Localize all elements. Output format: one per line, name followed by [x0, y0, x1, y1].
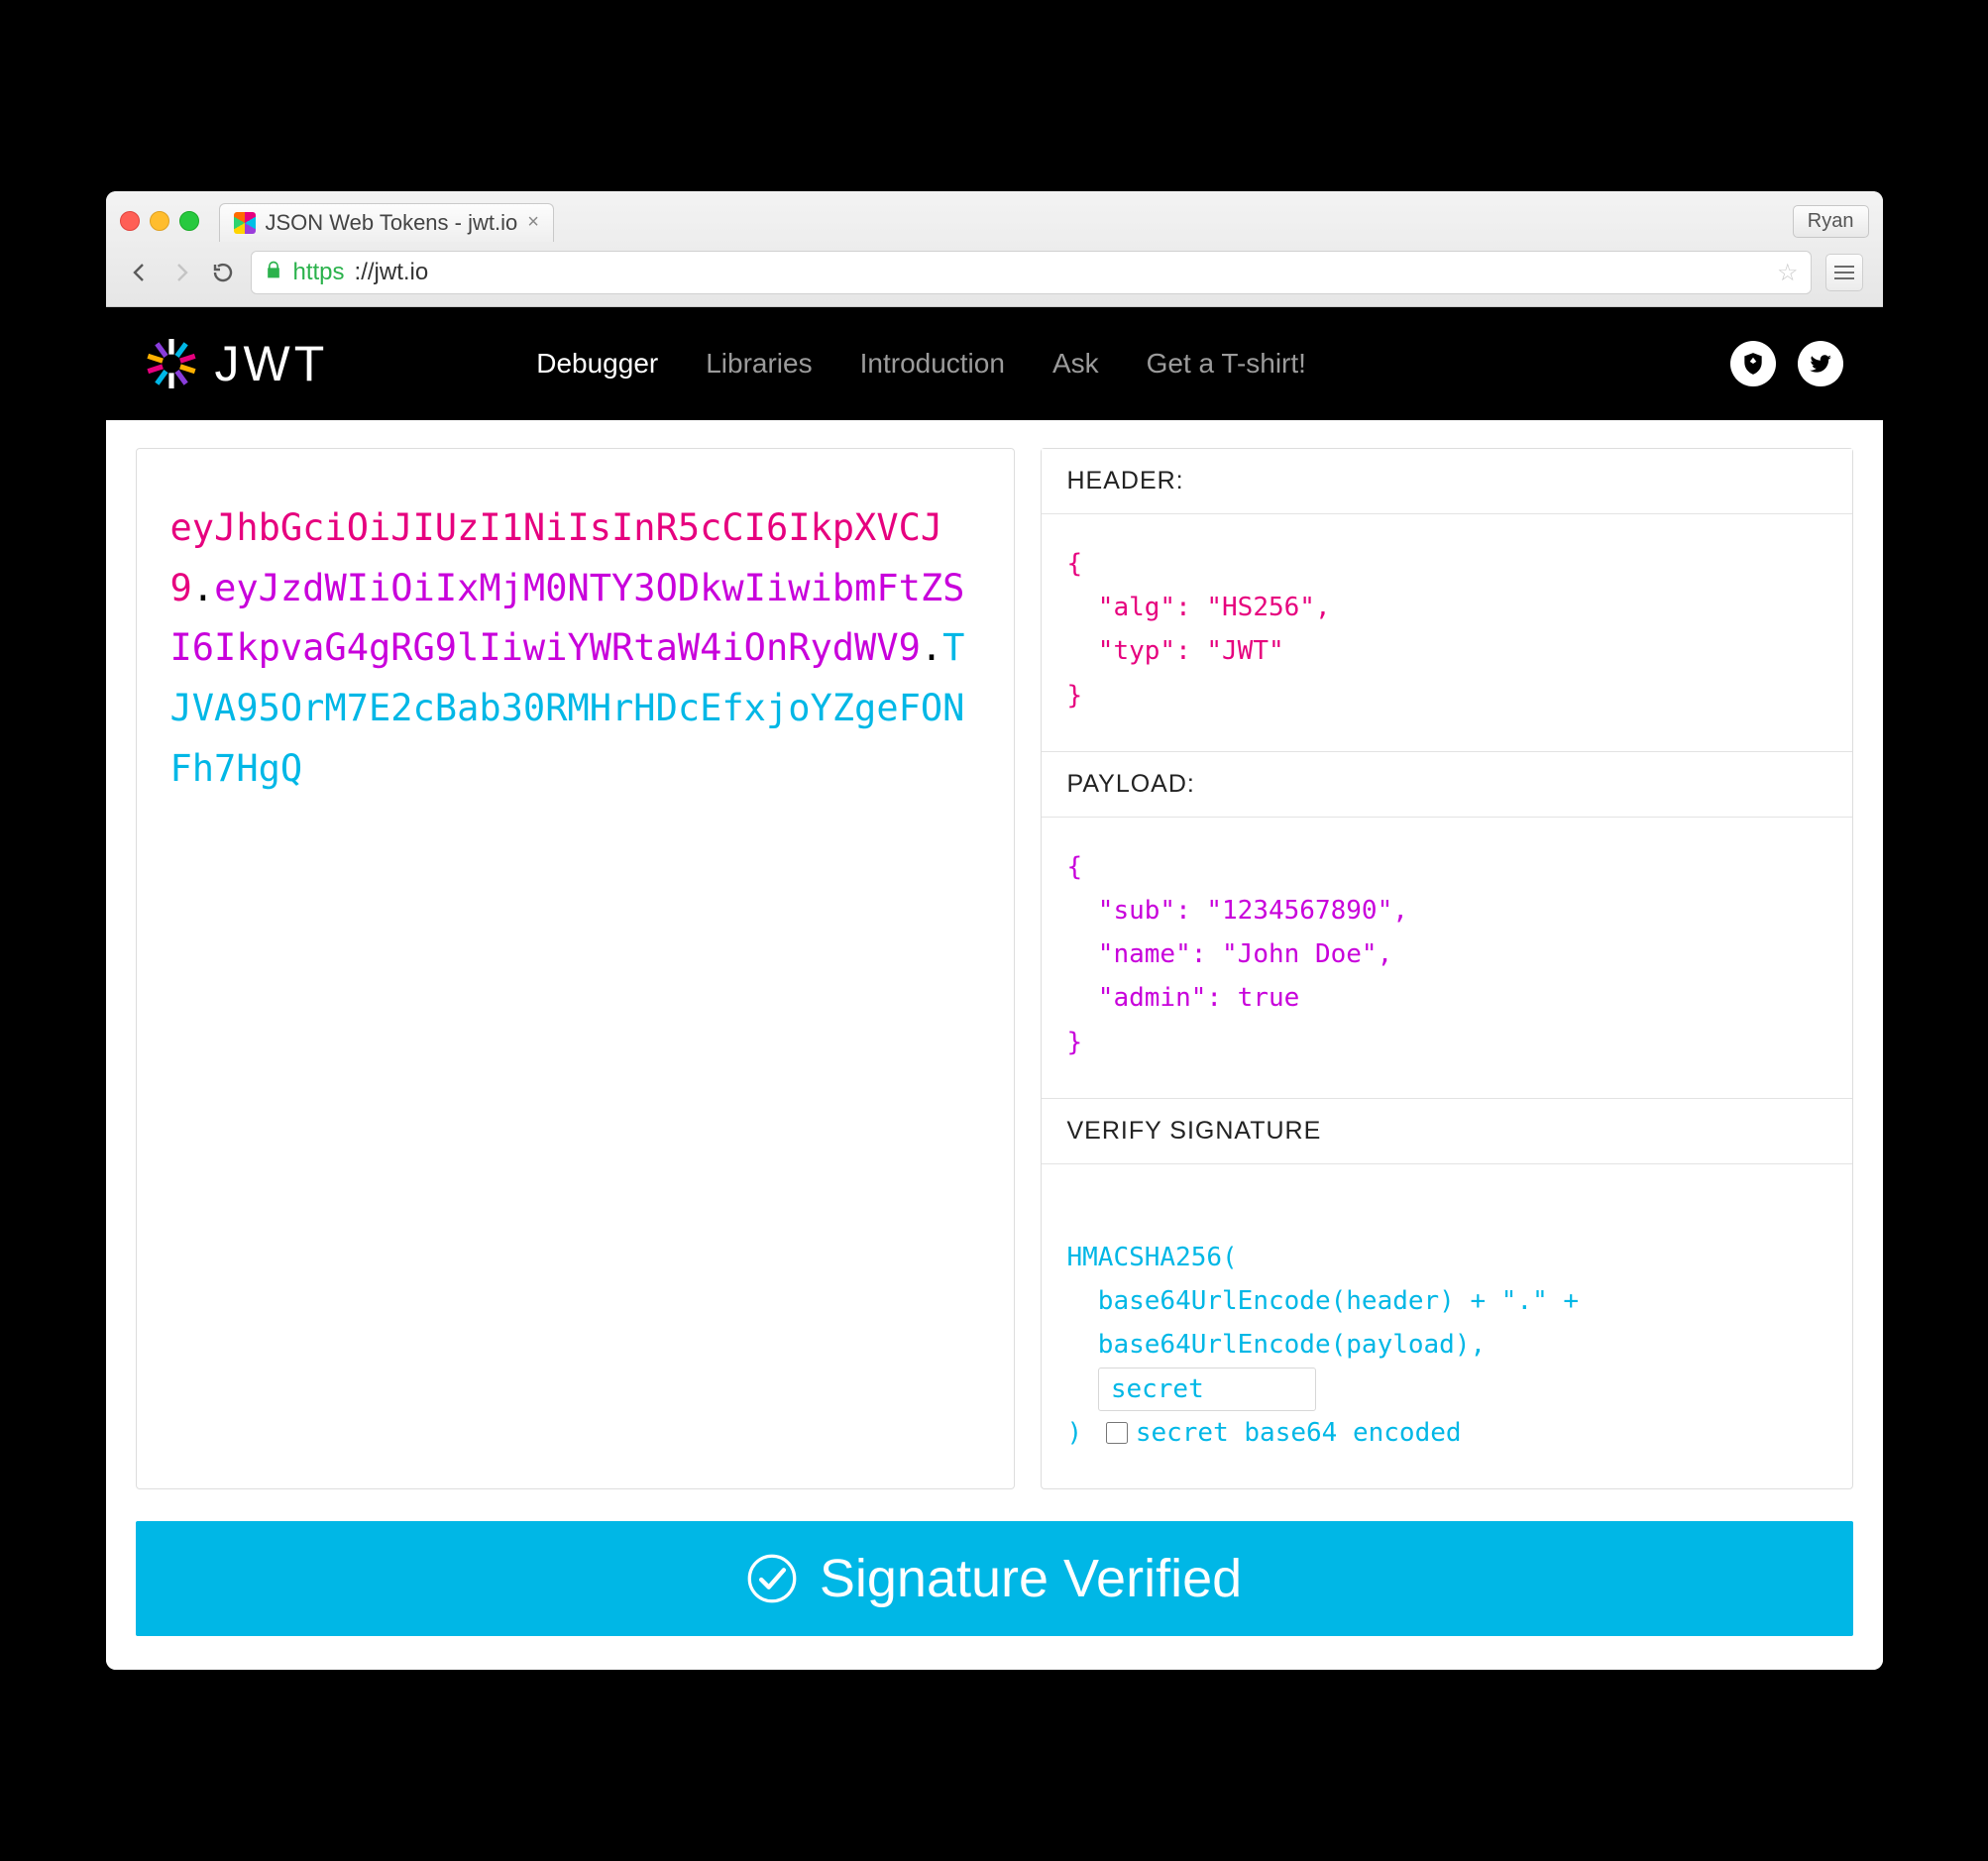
- nav-debugger[interactable]: Debugger: [536, 348, 658, 380]
- sig-line-1: HMACSHA256(: [1067, 1243, 1238, 1272]
- sig-line-3: base64UrlEncode(payload),: [1067, 1330, 1487, 1360]
- minimize-window-icon[interactable]: [150, 211, 169, 231]
- browser-chrome: JSON Web Tokens - jwt.io × Ryan: [106, 191, 1883, 307]
- maximize-window-icon[interactable]: [179, 211, 199, 231]
- nav-ask[interactable]: Ask: [1052, 348, 1099, 380]
- bookmark-star-icon[interactable]: ☆: [1777, 259, 1799, 287]
- token-payload-segment: eyJzdWIiOiIxMjM0NTY3ODkwIiwibmFtZSI6Ikpv…: [170, 567, 965, 670]
- browser-tab[interactable]: JSON Web Tokens - jwt.io ×: [219, 203, 554, 242]
- forward-button[interactable]: [167, 259, 195, 286]
- close-window-icon[interactable]: [120, 211, 140, 231]
- window-controls: [120, 211, 199, 231]
- payload-json[interactable]: { "sub": "1234567890", "name": "John Doe…: [1042, 818, 1852, 1099]
- sig-close: ): [1067, 1411, 1098, 1455]
- tab-title: JSON Web Tokens - jwt.io: [266, 210, 518, 236]
- secret-input[interactable]: [1098, 1368, 1316, 1411]
- token-dot: .: [921, 626, 942, 669]
- nav-introduction[interactable]: Introduction: [860, 348, 1005, 380]
- signature-body: HMACSHA256( base64UrlEncode(header) + ".…: [1042, 1164, 1852, 1488]
- secret-base64-label: secret base64 encoded: [1136, 1411, 1462, 1455]
- decoded-panel: HEADER: { "alg": "HS256", "typ": "JWT" }…: [1041, 448, 1853, 1489]
- signature-section-title: VERIFY SIGNATURE: [1042, 1099, 1852, 1164]
- browser-window: JSON Web Tokens - jwt.io × Ryan: [106, 191, 1883, 1670]
- address-bar[interactable]: https ://jwt.io ☆: [251, 251, 1812, 294]
- profile-chip[interactable]: Ryan: [1793, 205, 1869, 238]
- encoded-panel: eyJhbGciOiJIUzI1NiIsInR5cCI6IkpXVCJ9.eyJ…: [136, 448, 1015, 1489]
- url-scheme: https: [293, 259, 345, 286]
- shield-icon[interactable]: [1730, 341, 1776, 386]
- main-content: eyJhbGciOiJIUzI1NiIsInR5cCI6IkpXVCJ9.eyJ…: [106, 420, 1883, 1670]
- lock-icon: [264, 260, 283, 285]
- logo[interactable]: JWT: [146, 335, 329, 392]
- favicon-icon: [234, 212, 256, 234]
- encoded-token[interactable]: eyJhbGciOiJIUzI1NiIsInR5cCI6IkpXVCJ9.eyJ…: [170, 498, 980, 799]
- verify-banner: Signature Verified: [136, 1521, 1853, 1636]
- back-button[interactable]: [126, 259, 154, 286]
- site-header: JWT Debugger Libraries Introduction Ask …: [106, 307, 1883, 420]
- twitter-icon[interactable]: [1798, 341, 1843, 386]
- nav-libraries[interactable]: Libraries: [706, 348, 812, 380]
- logo-text: JWT: [215, 335, 329, 392]
- sig-line-2: base64UrlEncode(header) + "." +: [1067, 1286, 1580, 1316]
- header-json[interactable]: { "alg": "HS256", "typ": "JWT" }: [1042, 514, 1852, 752]
- payload-section-title: PAYLOAD:: [1042, 752, 1852, 818]
- token-dot: .: [192, 567, 214, 609]
- header-section-title: HEADER:: [1042, 449, 1852, 514]
- tab-close-icon[interactable]: ×: [527, 211, 539, 234]
- menu-button[interactable]: [1825, 254, 1863, 291]
- secret-base64-checkbox[interactable]: [1106, 1422, 1128, 1444]
- nav-tshirt[interactable]: Get a T-shirt!: [1147, 348, 1306, 380]
- url-rest: ://jwt.io: [355, 259, 429, 286]
- verify-text: Signature Verified: [820, 1548, 1242, 1609]
- logo-icon: [146, 338, 197, 389]
- reload-button[interactable]: [209, 259, 237, 286]
- main-nav: Debugger Libraries Introduction Ask Get …: [536, 348, 1306, 380]
- check-circle-icon: [746, 1553, 798, 1604]
